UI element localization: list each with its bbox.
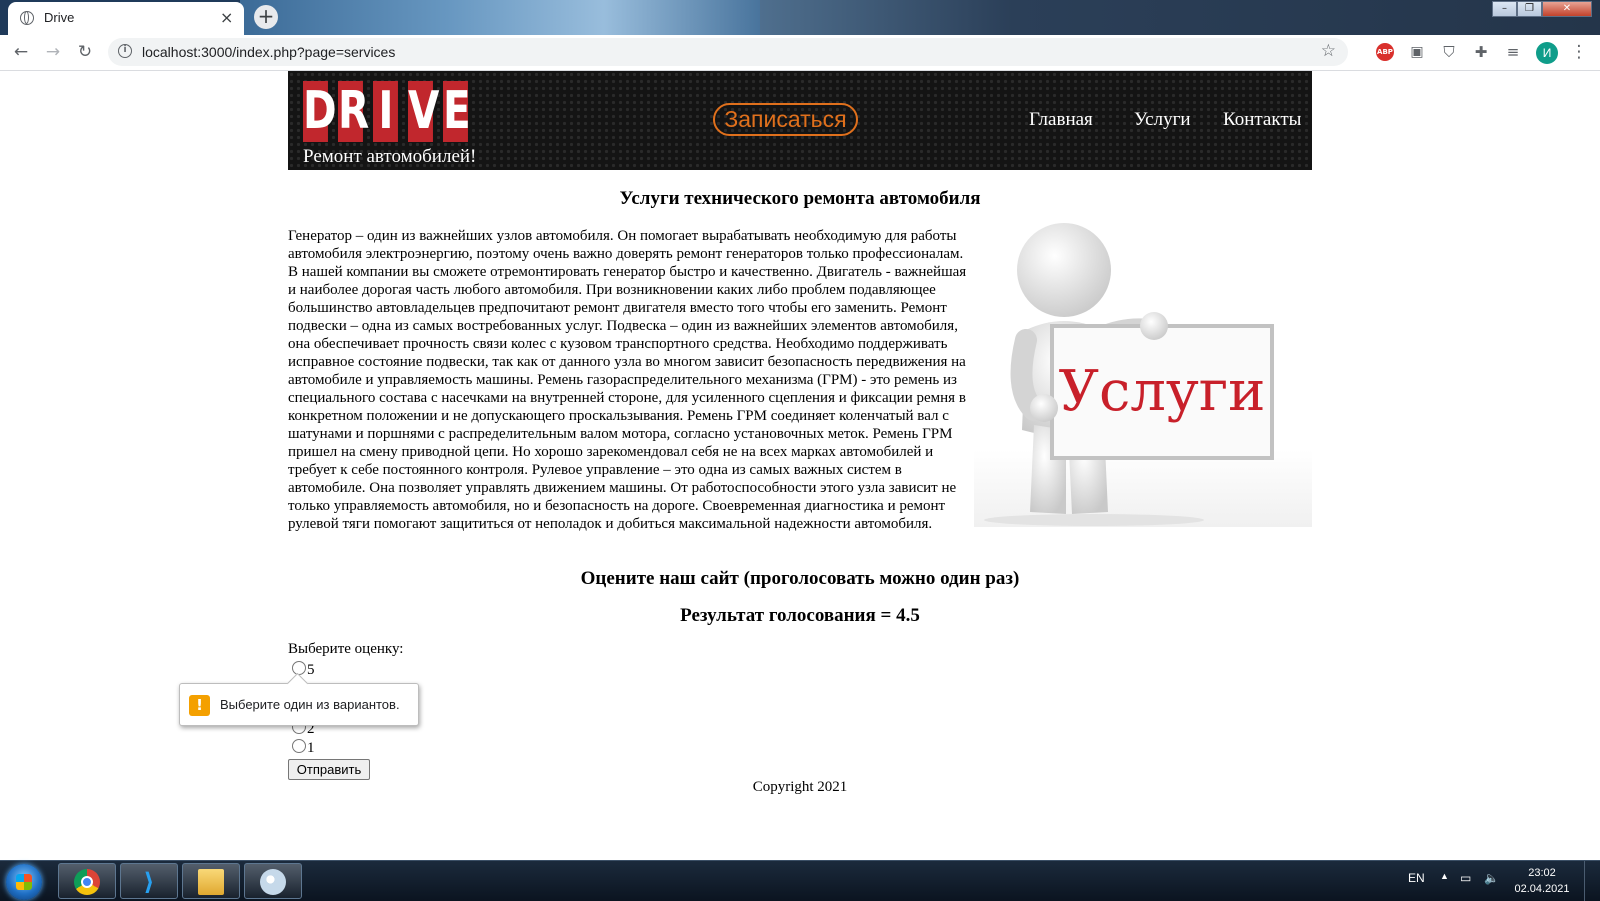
nav-home[interactable]: Главная (1029, 109, 1093, 131)
clock-date: 02.04.2021 (1514, 883, 1570, 895)
windows-taskbar: ⟩ EN ▲ ▭ 🔈 23:02 02.04.2021 (0, 860, 1600, 901)
adblock-icon[interactable]: ABP (1376, 43, 1394, 61)
browser-toolbar: ← → ↻ i localhost:3000/index.php?page=se… (0, 35, 1600, 71)
footer-copyright: Copyright 2021 (752, 779, 848, 795)
site-tagline: Ремонт автомобилей! (303, 146, 477, 167)
tab-close-icon[interactable]: × (220, 8, 233, 27)
shield-icon[interactable]: ⛉ (1438, 41, 1460, 63)
show-desktop-button[interactable] (1584, 861, 1599, 901)
site-info-icon[interactable]: i (118, 44, 132, 58)
close-window-button[interactable]: ✕ (1542, 1, 1592, 17)
rating-option-1[interactable]: 1 (292, 739, 315, 757)
globe-icon (20, 11, 34, 25)
validation-tooltip: ! Выберите один из вариантов. (179, 672, 419, 726)
maximize-button[interactable]: ❐ (1517, 1, 1542, 17)
window-background-dark (760, 0, 1600, 35)
drive-logo[interactable]: D R I V E (303, 81, 478, 142)
minimize-button[interactable]: – (1492, 1, 1517, 17)
submit-vote-button[interactable]: Отправить (288, 759, 370, 780)
logo-letter: V (408, 81, 439, 142)
network-icon[interactable]: ▭ (1460, 871, 1471, 885)
taskbar-explorer[interactable] (182, 863, 240, 899)
new-tab-button[interactable]: + (254, 5, 278, 29)
pdf-extension-icon[interactable]: ▣ (1406, 41, 1428, 63)
start-button[interactable] (6, 864, 42, 900)
menu-kebab-icon[interactable]: ⋮ (1568, 41, 1590, 63)
tab-title: Drive (44, 10, 75, 25)
back-icon[interactable]: ← (10, 41, 32, 63)
media-control-icon[interactable]: ≡ (1502, 41, 1524, 63)
folder-icon (198, 869, 224, 895)
browser-tab-strip: Drive × + – ❐ ✕ (0, 0, 1600, 35)
rating-prompt: Выберите оценку: (288, 641, 404, 657)
services-text: Генератор – один из важнейших узлов авто… (288, 228, 967, 532)
radio-button[interactable] (292, 739, 306, 753)
nav-contacts[interactable]: Контакты (1223, 109, 1301, 131)
rating-option-label: 1 (307, 740, 315, 756)
taskbar-paint[interactable] (244, 863, 302, 899)
extensions-puzzle-icon[interactable]: ✚ (1470, 41, 1492, 63)
logo-letter: D (303, 81, 337, 142)
address-bar[interactable]: i localhost:3000/index.php?page=services… (108, 38, 1348, 66)
vscode-icon: ⟩ (143, 868, 155, 896)
services-heading: Услуги технического ремонта автомобиля (619, 188, 981, 209)
system-clock[interactable]: 23:02 02.04.2021 (1514, 865, 1570, 897)
taskbar-vscode[interactable]: ⟩ (120, 863, 178, 899)
volume-icon[interactable]: 🔈 (1484, 871, 1499, 885)
rating-result: Результат голосования = 4.5 (680, 605, 920, 626)
site-header: D R I V E Ремонт автомобилей! Записаться… (288, 71, 1312, 170)
paint-icon (260, 869, 286, 895)
language-indicator[interactable]: EN (1408, 871, 1425, 885)
browser-tab[interactable]: Drive × (8, 2, 244, 35)
nav-services[interactable]: Услуги (1134, 109, 1191, 131)
logo-letter: I (373, 81, 398, 142)
chrome-icon (74, 869, 100, 895)
radio-button[interactable] (292, 661, 306, 675)
tray-expand-icon[interactable]: ▲ (1440, 871, 1449, 881)
windows-logo-icon (16, 874, 32, 890)
image-float-spacer (974, 227, 1312, 527)
taskbar-chrome[interactable] (58, 863, 116, 899)
profile-avatar[interactable]: И (1536, 42, 1558, 64)
clock-time: 23:02 (1528, 867, 1556, 879)
signup-button[interactable]: Записаться (713, 103, 858, 136)
tooltip-message: Выберите один из вариантов. (220, 697, 400, 712)
rating-option-label: 5 (307, 662, 315, 678)
window-background (240, 0, 760, 35)
warning-icon: ! (189, 695, 210, 716)
forward-icon[interactable]: → (42, 41, 64, 63)
bookmark-star-icon[interactable]: ☆ (1321, 41, 1336, 61)
services-body: Генератор – один из важнейших узлов авто… (288, 227, 1312, 533)
url-text[interactable]: localhost:3000/index.php?page=services (142, 44, 395, 60)
logo-letter: E (443, 81, 471, 142)
reload-icon[interactable]: ↻ (74, 41, 96, 63)
logo-letter: R (338, 81, 369, 142)
rating-heading: Оцените наш сайт (проголосовать можно од… (580, 568, 1020, 589)
